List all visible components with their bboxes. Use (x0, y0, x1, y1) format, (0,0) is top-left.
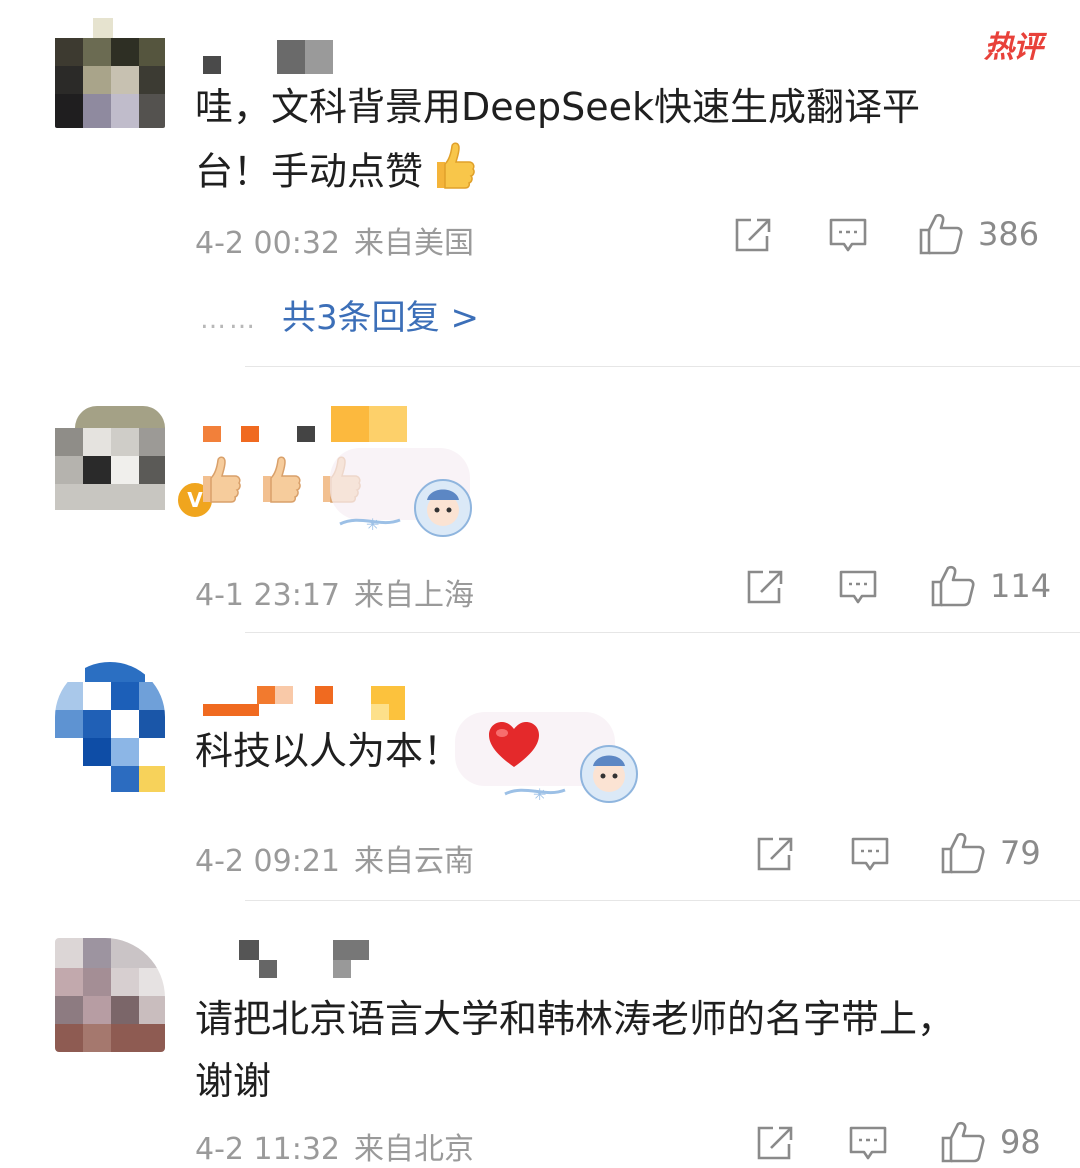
username-masked[interactable] (195, 40, 355, 80)
like-button[interactable]: 98 (940, 1120, 1041, 1164)
heart-emoji-icon (487, 721, 541, 787)
replies-dots: …… (200, 304, 258, 335)
divider (245, 366, 1080, 367)
thumbs-up-icon (919, 213, 963, 255)
view-replies-link[interactable]: …… 共3条回复 > (200, 290, 479, 339)
comment-icon (849, 1126, 887, 1160)
share-button[interactable] (733, 216, 773, 254)
share-button[interactable] (755, 835, 795, 873)
avatar[interactable]: V (55, 398, 215, 520)
comment-text: 哇，文科背景用DeepSeek快速生成翻译平 台！手动点赞 (195, 76, 1015, 210)
username-masked[interactable] (195, 682, 415, 722)
comment-text: 请把北京语言大学和韩林涛老师的名字带上， 谢谢 (195, 997, 956, 1103)
svg-text:✳: ✳ (533, 785, 546, 804)
share-icon (757, 1126, 793, 1160)
comment-button[interactable] (838, 568, 878, 608)
share-icon (757, 837, 793, 871)
like-count: 386 (978, 215, 1040, 253)
divider (245, 900, 1080, 901)
comment-time: 4-1 23:17 (195, 578, 340, 613)
replies-label: 共3条回复 > (282, 298, 479, 338)
comment-button[interactable] (850, 835, 890, 875)
comment-time: 4-2 11:32 (195, 1132, 340, 1167)
divider (245, 632, 1080, 633)
comment-icon (839, 570, 877, 604)
avatar[interactable] (55, 18, 165, 128)
comment-time: 4-2 00:32 (195, 226, 340, 261)
comment-meta: 4-1 23:17 来自上海 (195, 570, 474, 614)
username-masked[interactable] (195, 940, 395, 980)
like-count: 98 (1000, 1123, 1041, 1161)
comment-icon (829, 218, 867, 252)
like-count: 79 (1000, 834, 1041, 872)
thumbs-up-icon (941, 832, 985, 874)
share-button[interactable] (755, 1124, 795, 1162)
thumbs-up-icon (941, 1121, 985, 1163)
comment-text (195, 452, 1015, 526)
username-masked[interactable] (195, 406, 415, 446)
thumbs-up-icon (931, 565, 975, 607)
comment-location: 来自美国 (354, 226, 474, 261)
like-count: 114 (990, 567, 1052, 605)
like-button[interactable]: 114 (930, 564, 1051, 608)
share-icon (747, 570, 783, 604)
comment-location: 来自北京 (354, 1132, 474, 1167)
comment-meta: 4-2 11:32 来自北京 (195, 1124, 474, 1168)
comment-time: 4-2 09:21 (195, 844, 340, 879)
avatar[interactable] (55, 938, 165, 1052)
avatar[interactable] (55, 662, 165, 792)
comment-meta: 4-2 09:21 来自云南 (195, 836, 474, 880)
comment-meta: 4-2 00:32 来自美国 (195, 218, 474, 262)
comment-icon (851, 837, 889, 871)
share-button[interactable] (745, 568, 785, 606)
bubble-sticker-icon: ✳ (330, 448, 480, 547)
comment-location: 来自上海 (354, 578, 474, 613)
hot-comment-badge: 热评 (984, 30, 1043, 65)
like-button[interactable]: 386 (918, 212, 1039, 256)
comment-button[interactable] (828, 216, 868, 256)
comment-location: 来自云南 (354, 844, 474, 879)
share-icon (735, 218, 771, 252)
comment-button[interactable] (848, 1124, 888, 1164)
svg-text:✳: ✳ (366, 515, 379, 534)
like-button[interactable]: 79 (940, 831, 1041, 875)
comment-text: 科技以人为本！ (195, 720, 1015, 787)
thumbs-up-emoji-icon (423, 138, 477, 210)
